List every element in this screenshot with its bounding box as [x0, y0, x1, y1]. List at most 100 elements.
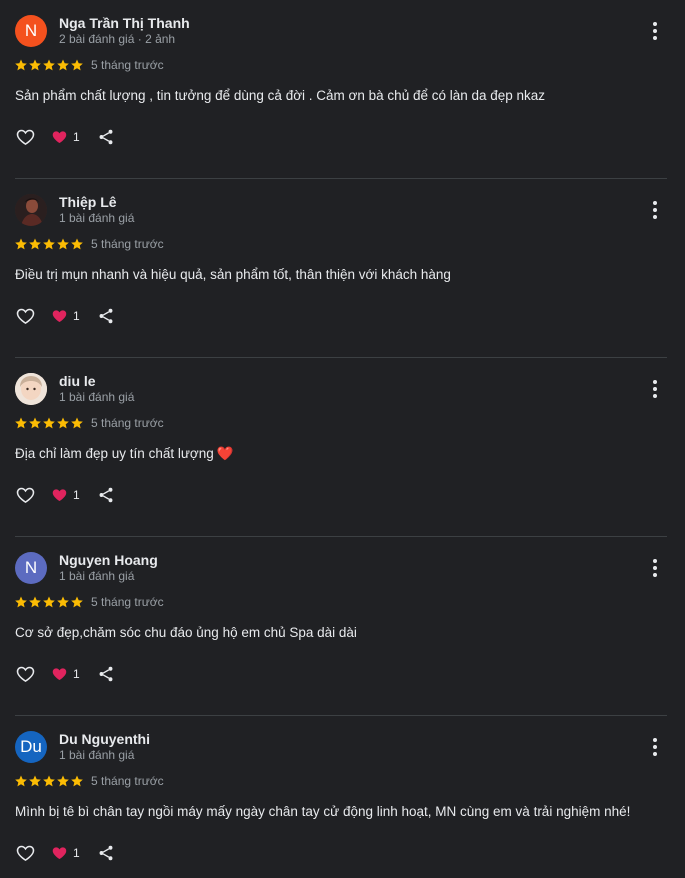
more-vert-icon[interactable] — [644, 20, 666, 42]
red-heart-icon — [51, 129, 68, 145]
avatar[interactable]: N — [15, 15, 47, 47]
review-actions: 1 — [15, 663, 115, 685]
red-heart-icon — [51, 308, 68, 324]
heart-outline-icon[interactable] — [15, 843, 36, 863]
star-icon — [28, 774, 42, 788]
rating-row: 5 tháng trước — [14, 57, 164, 73]
reaction-button[interactable]: 1 — [51, 308, 80, 324]
avatar[interactable] — [15, 194, 47, 226]
avatar-letter: N — [24, 21, 38, 40]
star-icon — [42, 595, 56, 609]
review-item: N Nga Trần Thị Thanh 2 bài đánh giá · 2 … — [0, 0, 685, 179]
star-rating — [14, 58, 84, 72]
review-body: Sản phẩm chất lượng , tin tưởng để dùng … — [15, 88, 546, 103]
reviewer-name[interactable]: Thiệp Lê — [59, 194, 117, 210]
red-heart-icon — [51, 845, 68, 861]
avatar[interactable]: N — [15, 552, 47, 584]
avatar-letter: Du — [20, 737, 42, 756]
review-time: 5 tháng trước — [91, 237, 164, 251]
review-time: 5 tháng trước — [91, 595, 164, 609]
review-actions: 1 — [15, 842, 115, 864]
review-item: N Nguyen Hoang 1 bài đánh giá 5 tháng tr… — [0, 537, 685, 716]
star-icon — [42, 774, 56, 788]
heart-outline-icon[interactable] — [15, 127, 36, 147]
reaction-button[interactable]: 1 — [51, 666, 80, 682]
more-vert-icon[interactable] — [644, 378, 666, 400]
reaction-count: 1 — [73, 846, 80, 860]
review-body: Cơ sở đẹp,chăm sóc chu đáo ủng hộ em chủ… — [15, 625, 357, 640]
rating-row: 5 tháng trước — [14, 773, 164, 789]
star-icon — [70, 58, 84, 72]
heart-outline-icon[interactable] — [15, 306, 36, 326]
red-heart-icon — [51, 666, 68, 682]
avatar[interactable]: Du — [15, 731, 47, 763]
share-icon[interactable] — [80, 128, 115, 146]
reviewer-meta: 1 bài đánh giá — [59, 390, 135, 404]
review-item: Du Du Nguyenthi 1 bài đánh giá 5 tháng t… — [0, 716, 685, 878]
star-rating — [14, 237, 84, 251]
star-rating — [14, 595, 84, 609]
star-icon — [42, 416, 56, 430]
review-time: 5 tháng trước — [91, 58, 164, 72]
star-icon — [42, 237, 56, 251]
review-text: Sản phẩm chất lượng , tin tưởng để dùng … — [15, 87, 675, 105]
rating-row: 5 tháng trước — [14, 594, 164, 610]
reviewer-meta: 1 bài đánh giá — [59, 569, 135, 583]
star-icon — [56, 237, 70, 251]
star-icon — [56, 595, 70, 609]
share-icon[interactable] — [80, 307, 115, 325]
star-icon — [28, 58, 42, 72]
heart-outline-icon[interactable] — [15, 485, 36, 505]
more-vert-icon[interactable] — [644, 736, 666, 758]
reviewer-name[interactable]: diu le — [59, 373, 96, 389]
reviewer-name[interactable]: Nga Trần Thị Thanh — [59, 15, 190, 31]
rating-row: 5 tháng trước — [14, 415, 164, 431]
star-rating — [14, 774, 84, 788]
star-icon — [56, 416, 70, 430]
reviewer-meta: 1 bài đánh giá — [59, 748, 135, 762]
review-actions: 1 — [15, 484, 115, 506]
star-icon — [28, 416, 42, 430]
star-icon — [42, 58, 56, 72]
star-icon — [14, 416, 28, 430]
share-icon[interactable] — [80, 844, 115, 862]
reaction-count: 1 — [73, 309, 80, 323]
share-icon[interactable] — [80, 486, 115, 504]
review-text: Mình bị tê bì chân tay ngồi máy mấy ngày… — [15, 803, 675, 821]
more-vert-icon[interactable] — [644, 199, 666, 221]
review-item: Thiệp Lê 1 bài đánh giá 5 tháng trước Đi… — [0, 179, 685, 358]
review-body: Mình bị tê bì chân tay ngồi máy mấy ngày… — [15, 804, 631, 819]
heart-emoji: ❤️ — [216, 446, 234, 461]
heart-outline-icon[interactable] — [15, 664, 36, 684]
reviewer-name[interactable]: Du Nguyenthi — [59, 731, 150, 747]
star-icon — [70, 416, 84, 430]
reaction-button[interactable]: 1 — [51, 845, 80, 861]
review-body: Địa chỉ làm đẹp uy tín chất lượng — [15, 446, 214, 461]
avatar-letter: N — [24, 558, 38, 577]
star-icon — [70, 237, 84, 251]
star-icon — [14, 58, 28, 72]
review-item: diu le 1 bài đánh giá 5 tháng trước Địa … — [0, 358, 685, 537]
red-heart-icon — [51, 487, 68, 503]
review-time: 5 tháng trước — [91, 774, 164, 788]
reviewer-name[interactable]: Nguyen Hoang — [59, 552, 158, 568]
star-icon — [14, 774, 28, 788]
more-vert-icon[interactable] — [644, 557, 666, 579]
star-icon — [70, 774, 84, 788]
review-body: Điều trị mụn nhanh và hiệu quả, sản phẩm… — [15, 267, 451, 282]
reviewer-meta: 2 bài đánh giá · 2 ảnh — [59, 32, 176, 46]
star-icon — [56, 58, 70, 72]
star-icon — [14, 237, 28, 251]
rating-row: 5 tháng trước — [14, 236, 164, 252]
reaction-button[interactable]: 1 — [51, 487, 80, 503]
star-icon — [14, 595, 28, 609]
reaction-button[interactable]: 1 — [51, 129, 80, 145]
share-icon[interactable] — [80, 665, 115, 683]
reviewer-meta: 1 bài đánh giá — [59, 211, 135, 225]
star-icon — [28, 595, 42, 609]
reviews-list: N Nga Trần Thị Thanh 2 bài đánh giá · 2 … — [0, 0, 685, 878]
avatar[interactable] — [15, 373, 47, 405]
star-icon — [28, 237, 42, 251]
review-actions: 1 — [15, 305, 115, 327]
star-icon — [70, 595, 84, 609]
